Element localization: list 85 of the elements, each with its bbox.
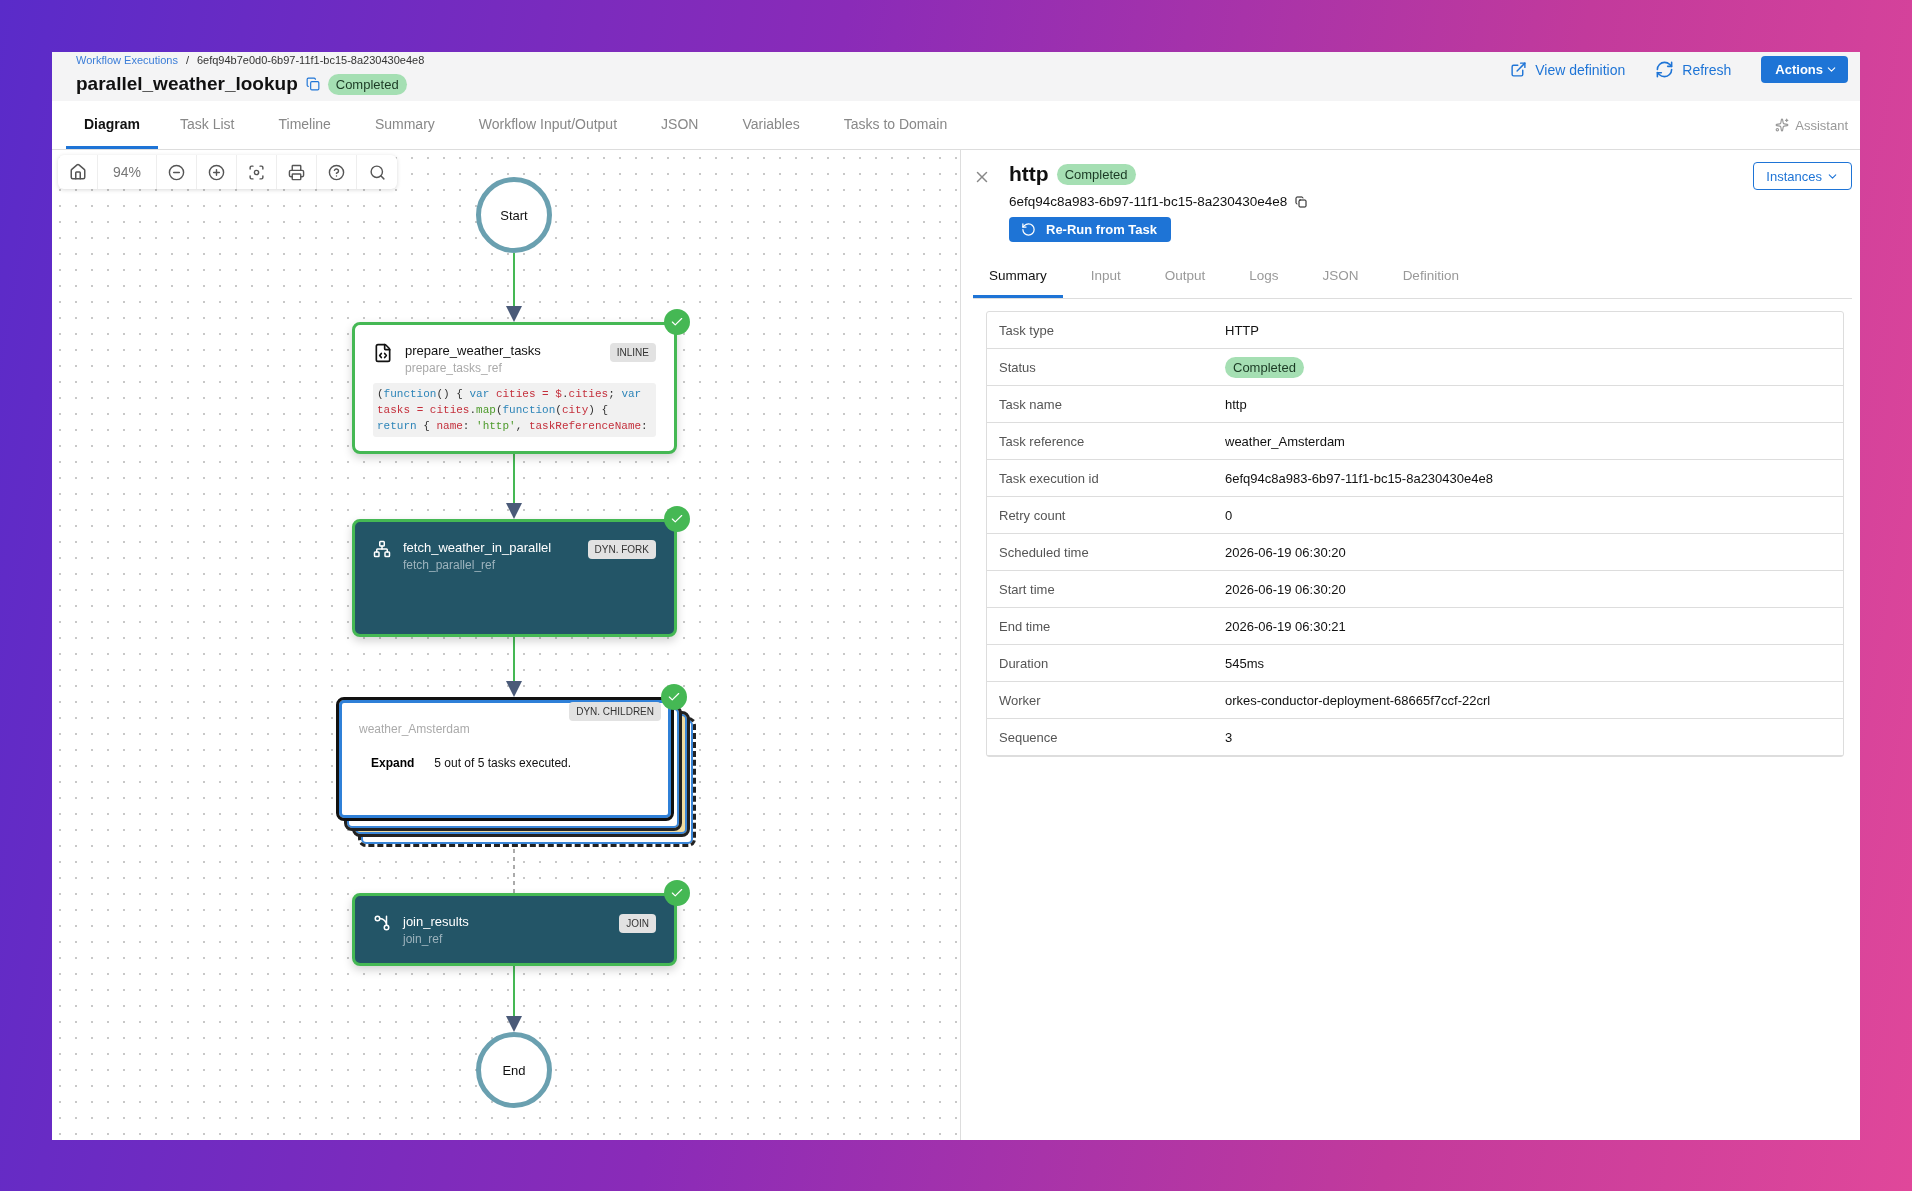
fork-icon	[373, 540, 391, 558]
field-value: http	[1224, 396, 1248, 412]
workflow-title: parallel_weather_lookup	[76, 73, 298, 95]
rerun-icon	[1021, 222, 1036, 237]
tab[interactable]: JSON	[643, 101, 717, 149]
task-reference: weather_Amsterdam	[359, 722, 471, 736]
task-type-badge: JOIN	[619, 914, 656, 933]
tasks-summary: 5 out of 5 tasks executed.	[434, 756, 572, 770]
field-label: Task name	[998, 396, 1063, 412]
tab[interactable]: Input	[1074, 256, 1137, 298]
tab[interactable]: Output	[1148, 256, 1222, 298]
rerun-button[interactable]: Re-Run from Task	[1009, 217, 1171, 242]
tab[interactable]: Task List	[162, 101, 253, 149]
task-reference: fetch_parallel_ref	[403, 558, 497, 572]
field-label: End time	[998, 618, 1052, 634]
refresh-button[interactable]: Refresh	[1655, 60, 1732, 79]
refresh-icon	[1655, 60, 1675, 79]
status-badge: Completed	[1225, 356, 1304, 378]
copy-icon[interactable]	[305, 77, 320, 91]
view-definition-link[interactable]: View definition	[1510, 61, 1626, 78]
tab[interactable]: Logs	[1233, 256, 1295, 298]
tab[interactable]: Summary	[973, 256, 1063, 298]
breadcrumb-separator: /	[185, 54, 189, 67]
tab[interactable]: Variables	[724, 101, 818, 149]
tab[interactable]: Tasks to Domain	[825, 101, 966, 149]
task-title: http	[1009, 162, 1049, 186]
tab[interactable]: Workflow Input/Output	[460, 101, 636, 149]
join-icon	[373, 914, 391, 932]
field-value: HTTP	[1224, 322, 1260, 338]
task-reference: join_ref	[403, 932, 444, 946]
task-type-badge: DYN. CHILDREN	[569, 702, 661, 721]
task-type-badge: DYN. FORK	[587, 540, 656, 559]
field-value: 6efq94c8a983-6b97-11f1-bc15-8a230430e4e8	[1224, 470, 1494, 486]
expand-button[interactable]: Expand	[371, 756, 415, 770]
zoom-level: 94%	[98, 155, 157, 189]
start-node: Start	[476, 177, 552, 253]
task-name: join_results	[403, 914, 470, 929]
breadcrumb-link[interactable]: Workflow Executions	[76, 54, 178, 67]
actions-button[interactable]: Actions	[1761, 56, 1848, 83]
breadcrumb-current: 6efq94b7e0d0-6b97-11f1-bc15-8a230430e4e8	[196, 54, 425, 67]
status-badge: Completed	[1056, 163, 1136, 185]
connector-arrow	[506, 636, 522, 697]
field-label: Duration	[998, 655, 1050, 671]
end-node: End	[476, 1032, 552, 1108]
code-file-icon	[373, 343, 393, 363]
field-label: Status	[998, 359, 1037, 375]
task-name: prepare_weather_tasks	[405, 343, 542, 358]
field-value: weather_Amsterdam	[1224, 433, 1346, 449]
code-preview: (function() { var cities = $.cities; var tasks = cities.map(function(city) { return { name: 'http', taskReferenceName:	[373, 383, 656, 437]
field-label: Retry count	[998, 507, 1067, 523]
connector-arrow	[506, 453, 522, 519]
field-label: Start time	[998, 581, 1056, 597]
tab[interactable]: JSON	[1306, 256, 1375, 298]
field-value: 0	[1224, 507, 1234, 523]
tab[interactable]: Timeline	[260, 101, 349, 149]
field-label: Task execution id	[998, 470, 1100, 486]
connector-arrow	[506, 965, 522, 1032]
tab[interactable]: Definition	[1386, 256, 1475, 298]
field-value: orkes-conductor-deployment-68665f7ccf-22crl	[1224, 692, 1492, 708]
field-label: Sequence	[998, 729, 1059, 745]
task-node[interactable]: weather_Amsterdam Expand 5 out of 5 tasks executed. DYN. CHILDREN	[336, 697, 674, 821]
connector-arrow	[506, 252, 522, 322]
task-type-badge: INLINE	[609, 343, 656, 362]
field-value: 545ms	[1224, 655, 1266, 671]
field-label: Task reference	[998, 433, 1086, 449]
field-value: 3	[1224, 729, 1234, 745]
field-label: Worker	[998, 692, 1042, 708]
field-value: 2026-06-19 06:30:20	[1224, 581, 1347, 597]
task-name: fetch_weather_in_parallel	[403, 540, 553, 555]
field-value: 2026-06-19 06:30:20	[1224, 544, 1347, 560]
field-label: Scheduled time	[998, 544, 1090, 560]
sparkle-icon	[1775, 118, 1790, 132]
instances-button[interactable]: Instances	[1753, 162, 1852, 190]
tab[interactable]: Summary	[356, 101, 453, 149]
field-value: 2026-06-19 06:30:21	[1224, 618, 1347, 634]
assistant-button[interactable]: Assistant	[1769, 101, 1854, 149]
task-node[interactable]: fetch_weather_in_parallel fetch_parallel_ref DYN. FORK	[352, 519, 677, 637]
task-node[interactable]: prepare_weather_tasks prepare_tasks_ref INLINE (function() { var cities = $.cities; var tasks = cities.map(function(city) { return { name: 'http', taskReferenceName:	[352, 322, 677, 454]
copy-icon[interactable]	[1295, 195, 1308, 208]
task-id: 6efq94c8a983-6b97-11f1-bc15-8a230430e4e8	[1009, 194, 1288, 209]
task-reference: prepare_tasks_ref	[405, 361, 503, 375]
task-node[interactable]: join_results join_ref JOIN	[352, 893, 677, 966]
field-label: Task type	[998, 322, 1055, 338]
external-link-icon	[1510, 61, 1528, 78]
status-badge: Completed	[327, 73, 407, 95]
